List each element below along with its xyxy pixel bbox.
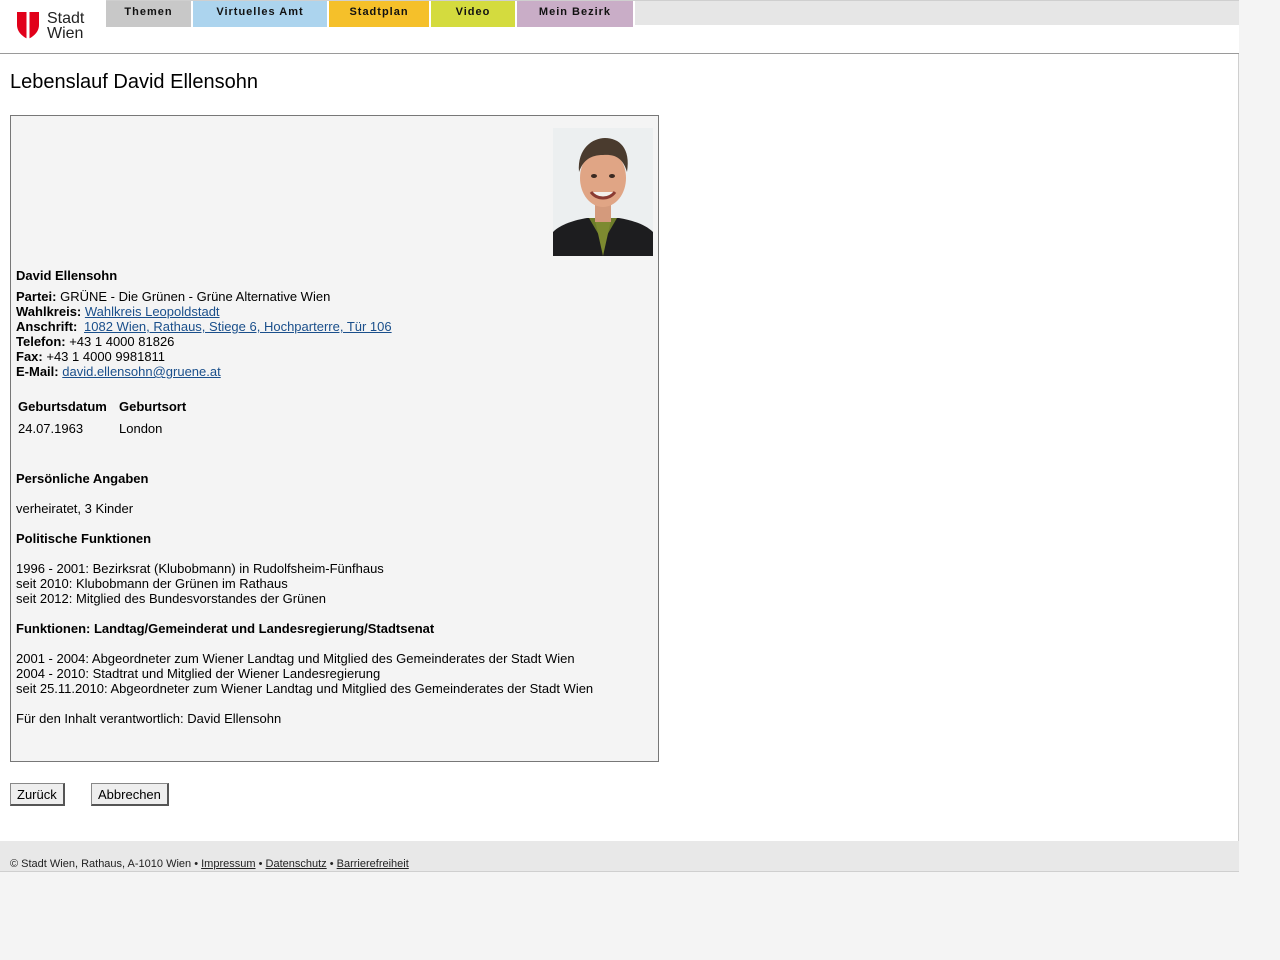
site-footer: © Stadt Wien, Rathaus, A-1010 Wien • Imp… bbox=[0, 841, 1239, 872]
page-title: Lebenslauf David Ellensohn bbox=[10, 71, 258, 93]
tab-stadtplan[interactable]: Stadtplan bbox=[329, 1, 431, 27]
political-line: seit 2012: Mitglied des Bundesvorstandes… bbox=[16, 591, 327, 606]
responsible-note: Für den Inhalt verantwortlich: David Ell… bbox=[16, 711, 282, 726]
wahlkreis-link[interactable]: Wahlkreis Leopoldstadt bbox=[85, 304, 220, 319]
main-navigation: Themen Virtuelles Amt Stadtplan Video Me… bbox=[106, 0, 1239, 27]
fax-value: +43 1 4000 9981811 bbox=[46, 349, 166, 364]
stadt-wien-logo[interactable]: Stadt Wien bbox=[16, 10, 96, 44]
logo-text-line2: Wien bbox=[47, 25, 84, 42]
barrierefreiheit-link[interactable]: Barrierefreiheit bbox=[337, 858, 409, 870]
tab-themen[interactable]: Themen bbox=[106, 1, 193, 27]
footer-copyright: © Stadt Wien, Rathaus, A-1010 Wien • bbox=[10, 858, 199, 870]
functions-line: 2004 - 2010: Stadtrat und Mitglied der W… bbox=[16, 666, 381, 681]
cancel-button[interactable]: Abbrechen bbox=[91, 783, 169, 806]
email-link[interactable]: david.ellensohn@gruene.at bbox=[62, 364, 220, 379]
site-header: Stadt Wien Themen Virtuelles Amt Stadtpl… bbox=[0, 0, 1239, 54]
back-button[interactable]: Zurück bbox=[10, 783, 65, 806]
anschrift-label: Anschrift: bbox=[16, 319, 78, 334]
telefon-value: +43 1 4000 81826 bbox=[69, 334, 175, 349]
partei-value: GRÜNE - Die Grünen - Grüne Alternative W… bbox=[60, 289, 331, 304]
datenschutz-link[interactable]: Datenschutz bbox=[266, 858, 327, 870]
functions-line: seit 25.11.2010: Abgeordneter zum Wiener… bbox=[16, 681, 594, 696]
birth-header-place: Geburtsort bbox=[119, 399, 187, 414]
profile-panel: David Ellensohn Partei: GRÜNE - Die Grün… bbox=[10, 115, 659, 762]
political-heading: Politische Funktionen bbox=[16, 531, 152, 546]
telefon-label: Telefon: bbox=[16, 334, 66, 349]
email-label: E-Mail: bbox=[16, 364, 59, 379]
fax-label: Fax: bbox=[16, 349, 43, 364]
political-line: 1996 - 2001: Bezirksrat (Klubobmann) in … bbox=[16, 561, 384, 576]
partei-label: Partei: bbox=[16, 289, 57, 304]
functions-line: 2001 - 2004: Abgeordneter zum Wiener Lan… bbox=[16, 651, 575, 666]
anschrift-row: Anschrift: 1082 Wien, Rathaus, Stiege 6,… bbox=[16, 319, 392, 334]
personal-heading: Persönliche Angaben bbox=[16, 471, 149, 486]
telefon-row: Telefon: +43 1 4000 81826 bbox=[16, 334, 174, 349]
footer-text: © Stadt Wien, Rathaus, A-1010 Wien • Imp… bbox=[10, 857, 409, 871]
footer-separator: • bbox=[258, 858, 263, 870]
tab-mein-bezirk[interactable]: Mein Bezirk bbox=[517, 1, 635, 27]
fax-row: Fax: +43 1 4000 9981811 bbox=[16, 349, 165, 364]
birth-header-date: Geburtsdatum bbox=[18, 399, 107, 414]
email-row: E-Mail: david.ellensohn@gruene.at bbox=[16, 364, 221, 379]
birth-place-value: London bbox=[119, 421, 163, 436]
footer-separator: • bbox=[329, 858, 334, 870]
wahlkreis-row: Wahlkreis: Wahlkreis Leopoldstadt bbox=[16, 304, 220, 319]
page: Stadt Wien Themen Virtuelles Amt Stadtpl… bbox=[0, 0, 1239, 872]
anschrift-link[interactable]: 1082 Wien, Rathaus, Stiege 6, Hochparter… bbox=[84, 319, 392, 334]
portrait-image bbox=[553, 128, 653, 256]
personal-text: verheiratet, 3 Kinder bbox=[16, 501, 134, 516]
wien-shield-icon bbox=[17, 12, 39, 39]
wahlkreis-label: Wahlkreis: bbox=[16, 304, 82, 319]
tab-video[interactable]: Video bbox=[431, 1, 517, 27]
political-line: seit 2010: Klubobmann der Grünen im Rath… bbox=[16, 576, 288, 591]
birth-date-value: 24.07.1963 bbox=[18, 421, 84, 436]
profile-name: David Ellensohn bbox=[16, 268, 118, 283]
tab-virtuelles-amt[interactable]: Virtuelles Amt bbox=[193, 1, 329, 27]
functions-heading: Funktionen: Landtag/Gemeinderat und Land… bbox=[16, 621, 435, 636]
profile-photo bbox=[553, 128, 653, 256]
impressum-link[interactable]: Impressum bbox=[201, 858, 255, 870]
partei-row: Partei: GRÜNE - Die Grünen - Grüne Alter… bbox=[16, 289, 330, 304]
